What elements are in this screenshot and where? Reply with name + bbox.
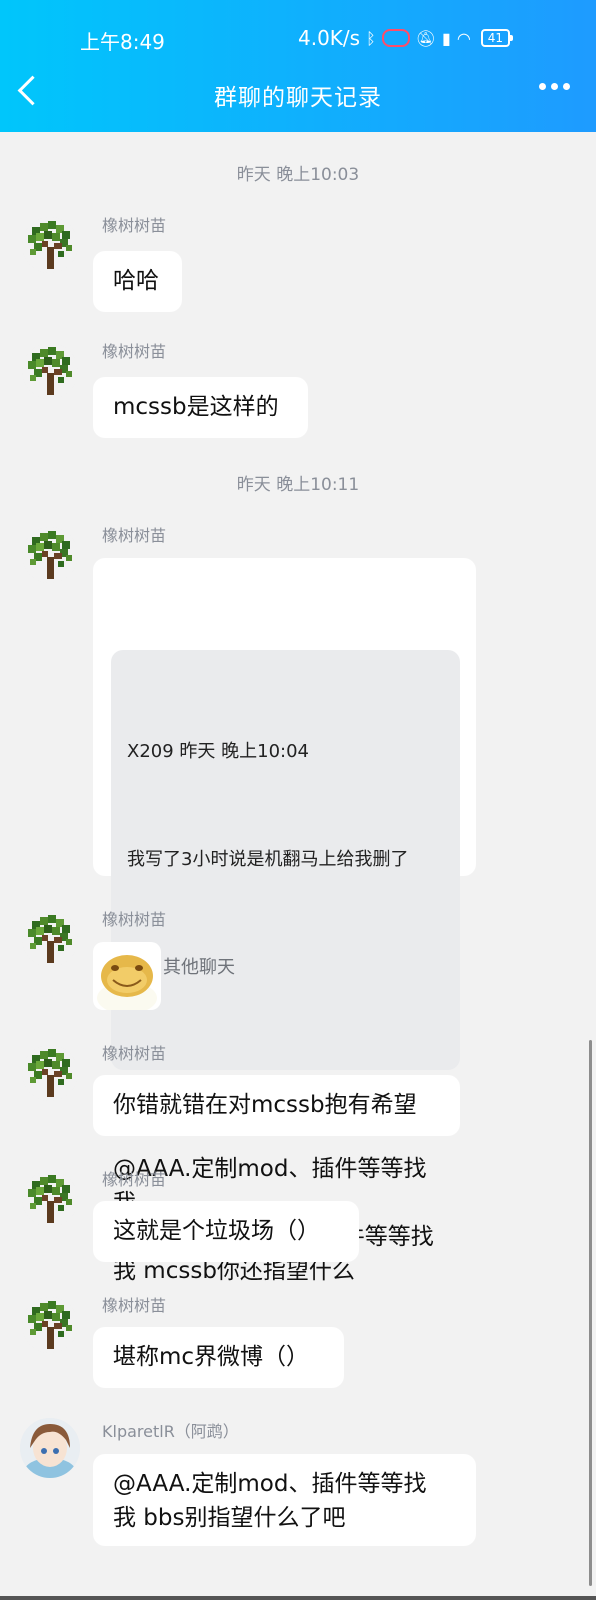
avatar[interactable] (22, 527, 78, 583)
bluetooth-icon: ᛒ (366, 28, 376, 48)
quote-source: 来自其他聊天 (127, 957, 235, 978)
timestamp: 昨天 晚上10:11 (236, 475, 360, 495)
sender-name: 橡树树苗 (102, 216, 167, 235)
forwarded-quote[interactable]: X209 昨天 晚上10:04 我写了3小时说是机翻马上给我删了 来自其他聊天 (111, 650, 460, 1070)
sender-name: 橡树树苗 (102, 1170, 167, 1189)
page-title: 群聊的聊天记录 (214, 85, 382, 111)
sender-name: KlparetlR（阿鹉） (102, 1422, 239, 1441)
avatar[interactable] (22, 911, 78, 967)
mute-bell-icon: 🔕︎ (415, 28, 437, 48)
sender-name: 橡树树苗 (102, 1044, 167, 1063)
network-speed: 4.0K/s (298, 26, 361, 50)
scrollbar[interactable] (589, 1040, 592, 1586)
toggle-icon (381, 29, 410, 47)
avatar[interactable] (20, 1418, 80, 1478)
sender-name: 橡树树苗 (102, 1296, 167, 1315)
more-options-icon[interactable] (539, 83, 570, 90)
message-bubble[interactable]: 这就是个垃圾场（） (93, 1201, 359, 1262)
quote-header: X209 昨天 晚上10:04 (127, 741, 310, 762)
wifi-icon: ◠ (456, 28, 471, 48)
avatar[interactable] (22, 1171, 78, 1227)
signal-icon: ▮ (442, 28, 451, 48)
sender-name: 橡树树苗 (102, 342, 167, 361)
message-bubble[interactable]: @AAA.定制mod、插件等等找 我 bbs别指望什么了吧 (93, 1454, 476, 1546)
app-header: 上午8:49 4.0K/s ᛒ 🔕︎ ▮ ◠ 41 群聊的聊天记录 (0, 0, 596, 132)
message-bubble[interactable]: X209 昨天 晚上10:04 我写了3小时说是机翻马上给我删了 来自其他聊天 … (93, 558, 476, 1284)
avatar[interactable] (22, 217, 78, 273)
bottom-divider (0, 1596, 596, 1600)
message-bubble[interactable]: 哈哈 (93, 251, 182, 312)
avatar[interactable] (22, 343, 78, 399)
avatar[interactable] (22, 1045, 78, 1101)
message-bubble[interactable]: 你错就错在对mcssb抱有希望 (93, 1075, 460, 1136)
sender-name: 橡树树苗 (102, 526, 167, 545)
frog-sticker[interactable] (93, 942, 161, 1010)
status-icons: 4.0K/s ᛒ 🔕︎ ▮ ◠ 41 (298, 26, 514, 50)
timestamp: 昨天 晚上10:03 (236, 165, 360, 185)
avatar[interactable] (22, 1297, 78, 1353)
status-time: 上午8:49 (80, 30, 165, 54)
battery-icon: 41 (480, 29, 514, 47)
quote-text: 我写了3小时说是机翻马上给我删了 (127, 849, 409, 870)
message-bubble[interactable]: 堪称mc界微博（） (93, 1327, 344, 1388)
sender-name: 橡树树苗 (102, 910, 167, 929)
message-bubble[interactable]: mcssb是这样的 (93, 377, 308, 438)
